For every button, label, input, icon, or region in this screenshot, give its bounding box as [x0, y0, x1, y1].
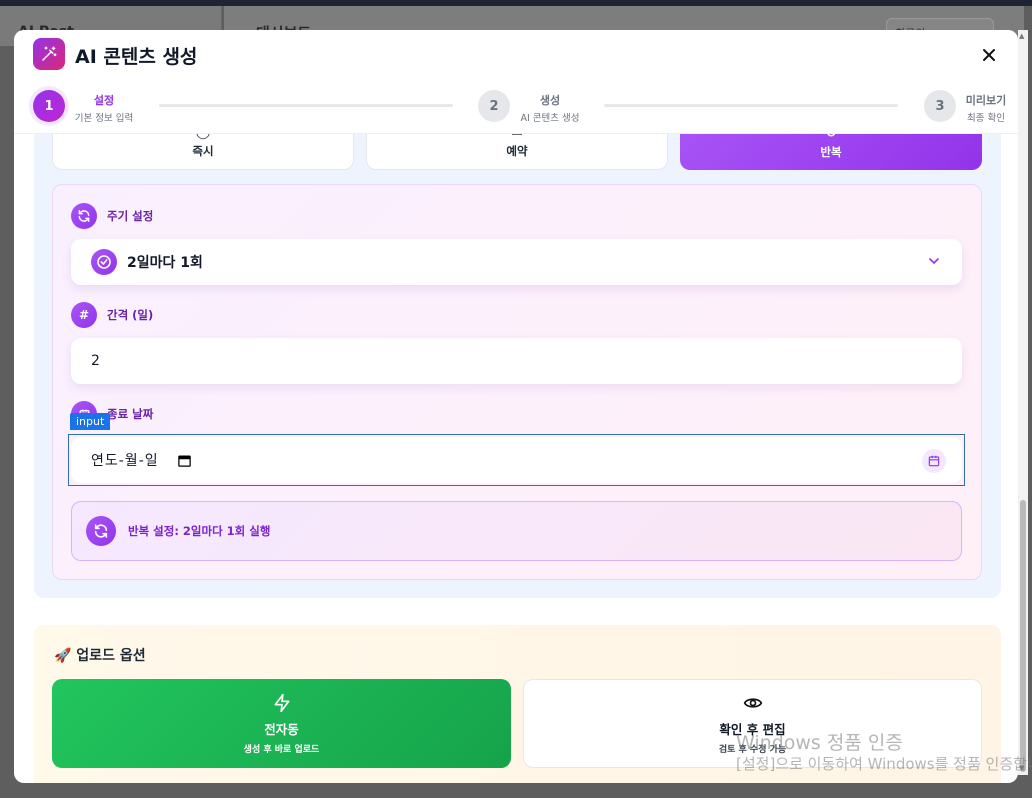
- hash-icon: #: [71, 302, 97, 328]
- refresh-icon: [86, 516, 116, 546]
- chevron-down-icon: [929, 258, 939, 265]
- repeat-icon: ↻: [826, 134, 837, 141]
- cycle-label: 주기 설정: [71, 203, 153, 229]
- mode-repeat-button[interactable]: ↻ 반복: [680, 134, 982, 170]
- end-date-input[interactable]: 연도-월-일: [71, 437, 962, 483]
- windows-activation-watermark-title: Windows 정품 인증: [736, 732, 903, 754]
- scroll-up-arrow[interactable]: ▲: [1019, 32, 1024, 40]
- interval-label: # 간격 (일): [71, 302, 153, 328]
- step-2-label: 생성 AI 콘텐츠 생성: [520, 94, 580, 124]
- calendar-icon: [928, 455, 940, 467]
- calendar-icon: ▭: [511, 134, 523, 140]
- calendar-picker-button[interactable]: [922, 449, 946, 473]
- modal-header: AI 콘텐츠 생성 1 설정 기본 정보 입력 2 생성 AI 콘텐츠 생성 3…: [14, 30, 1018, 134]
- scrollbar-thumb[interactable]: [1020, 500, 1026, 772]
- inspect-tag: input: [70, 413, 111, 430]
- full-auto-upload-button[interactable]: 전자동 생성 후 바로 업로드: [52, 679, 511, 768]
- repeat-summary-text: 반복 설정: 2일마다 1회 실행: [128, 524, 271, 538]
- repeat-summary: 반복 설정: 2일마다 1회 실행: [71, 501, 962, 561]
- eye-icon: [743, 697, 762, 708]
- magic-wand-icon: [33, 38, 65, 70]
- schedule-section: ◯ 즉시 ▭ 예약 ↻ 반복 주기 설: [34, 134, 1001, 598]
- close-icon: [983, 49, 995, 61]
- close-button[interactable]: [976, 42, 1002, 68]
- step-1-label: 설정 기본 정보 입력: [74, 94, 134, 124]
- lightning-icon: [274, 693, 289, 712]
- modal-body: ◯ 즉시 ▭ 예약 ↻ 반복 주기 설: [14, 134, 1018, 783]
- step-3-circle: 3: [924, 90, 956, 122]
- content-generation-modal: AI 콘텐츠 생성 1 설정 기본 정보 입력 2 생성 AI 콘텐츠 생성 3…: [14, 30, 1018, 783]
- step-1-circle: 1: [33, 90, 65, 122]
- interval-input[interactable]: 2: [71, 338, 962, 384]
- step-connector-1: [159, 104, 453, 107]
- step-3-label: 미리보기 최종 확인: [965, 94, 1007, 124]
- end-date-placeholder: 연도-월-일: [91, 453, 159, 469]
- step-connector-2: [604, 104, 898, 107]
- windows-activation-watermark-text: [설정]으로 이동하여 Windows를 정품 인증합니다.: [736, 755, 1032, 773]
- clock-icon: ◯: [196, 134, 211, 140]
- refresh-icon: [71, 203, 97, 229]
- upload-options-title: 🚀 업로드 옵션: [54, 648, 146, 664]
- mode-immediate-button[interactable]: ◯ 즉시: [52, 134, 354, 170]
- repeat-settings-panel: 주기 설정 2일마다 1회 # 간격 (일) 2 종료 날짜 input 연도-…: [52, 184, 982, 580]
- modal-scrollbar[interactable]: ▲ ▼: [1018, 30, 1028, 775]
- cycle-select-value: 2일마다 1회: [127, 255, 203, 271]
- mode-scheduled-button[interactable]: ▭ 예약: [366, 134, 668, 170]
- cycle-select[interactable]: 2일마다 1회: [71, 239, 962, 285]
- step-2-circle: 2: [478, 90, 510, 122]
- check-circle-icon: [91, 249, 117, 275]
- native-calendar-icon[interactable]: [177, 453, 192, 468]
- modal-title: AI 콘텐츠 생성: [75, 46, 198, 68]
